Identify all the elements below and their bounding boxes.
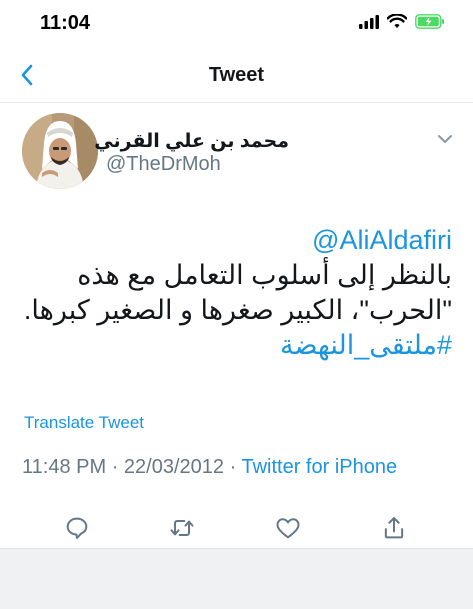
- hashtag-link[interactable]: #ملتقى_النهضة: [22, 328, 452, 363]
- bottom-area: [0, 548, 473, 609]
- cellular-signal-icon: [359, 14, 379, 29]
- tweet-source-link[interactable]: Twitter for iPhone: [241, 456, 397, 478]
- tweet-text-line: "الحرب"، الكبير صغرها و الصغير كبرها.: [23, 295, 452, 325]
- meta-separator: ·: [111, 456, 119, 478]
- nav-bar: Tweet: [0, 50, 473, 103]
- reply-button[interactable]: [63, 514, 91, 542]
- page-title: Tweet: [208, 64, 265, 86]
- tweet-options-button[interactable]: [433, 127, 457, 151]
- chevron-down-icon: [438, 135, 452, 143]
- reply-icon: [66, 517, 88, 539]
- display-name[interactable]: محمد بن علي القرني: [94, 130, 289, 153]
- translate-tweet-link[interactable]: Translate Tweet: [24, 413, 144, 433]
- avatar-image: [22, 113, 98, 189]
- battery-charging-icon: [415, 14, 444, 29]
- tweet-actions: [0, 508, 473, 548]
- status-bar: 11:04: [0, 0, 473, 50]
- mention-link[interactable]: @AliAldafiri: [22, 223, 452, 258]
- tweet-time: 11:48 PM: [22, 456, 107, 478]
- status-time: 11:04: [40, 12, 91, 34]
- like-button[interactable]: [274, 514, 302, 542]
- tweet-text-line: بالنظر إلى أسلوب التعامل مع هذه: [77, 260, 452, 290]
- retweet-icon: [170, 520, 194, 536]
- tweet-date: 22/03/2012: [123, 456, 225, 478]
- retweet-button[interactable]: [168, 514, 196, 542]
- avatar[interactable]: [22, 113, 98, 189]
- wifi-icon: [387, 14, 407, 28]
- share-icon: [384, 517, 404, 539]
- status-icons: [359, 14, 445, 29]
- tweet-text: @AliAldafiri بالنظر إلى أسلوب التعامل مع…: [22, 223, 452, 363]
- meta-separator: ·: [229, 456, 237, 478]
- share-button[interactable]: [380, 514, 408, 542]
- like-icon: [276, 518, 300, 539]
- tweet-meta: 11:48 PM · 22/03/2012 · Twitter for iPho…: [22, 456, 397, 479]
- user-handle[interactable]: @TheDrMoh: [106, 153, 221, 176]
